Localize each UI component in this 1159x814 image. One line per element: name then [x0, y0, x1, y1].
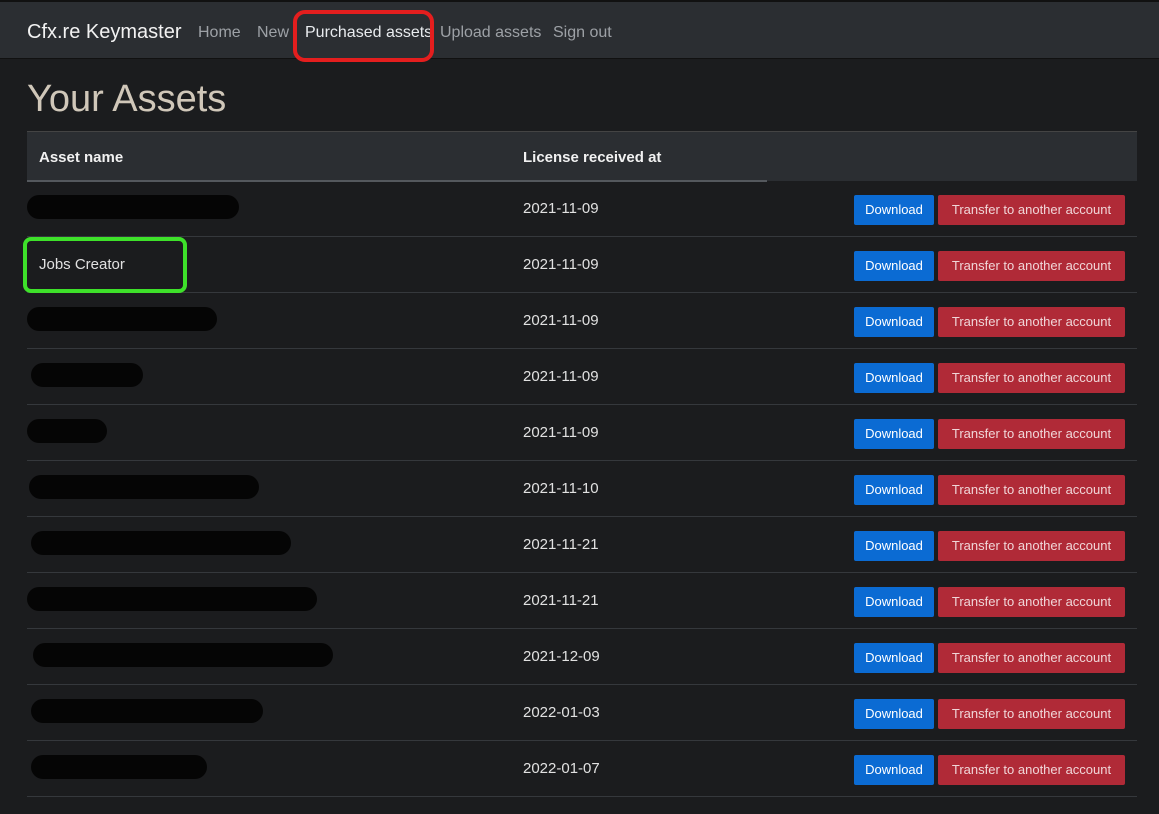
download-button[interactable]: Download	[854, 195, 934, 225]
transfer-button[interactable]: Transfer to another account	[938, 755, 1125, 785]
table-header: Asset name License received at	[27, 131, 1137, 182]
redacted-asset-name	[31, 699, 263, 723]
redacted-asset-name	[31, 531, 291, 555]
license-date: 2021-11-09	[523, 424, 599, 441]
table-row: 2021-11-09 Download Transfer to another ac…	[27, 405, 1137, 461]
download-button[interactable]: Download	[854, 531, 934, 561]
table-row: 2021-11-09 Download Transfer to another ac…	[27, 181, 1137, 237]
header-asset-name: Asset name	[39, 149, 124, 166]
transfer-button[interactable]: Transfer to another account	[938, 251, 1125, 281]
table-row: 2022-01-03 Download Transfer to another ac…	[27, 685, 1137, 741]
brand-logo[interactable]: Cfx.re Keymaster	[27, 21, 181, 44]
transfer-button[interactable]: Transfer to another account	[938, 419, 1125, 449]
table-row: 2021-11-09 Download Transfer to another ac…	[27, 293, 1137, 349]
download-button[interactable]: Download	[854, 475, 934, 505]
navbar: Cfx.re Keymaster Home New Purchased asse…	[0, 0, 1159, 62]
transfer-button[interactable]: Transfer to another account	[938, 643, 1125, 673]
table-row: 2022-01-07 Download Transfer to another ac…	[27, 741, 1137, 797]
red-highlight-annotation	[293, 10, 434, 62]
download-button[interactable]: Download	[854, 307, 934, 337]
download-button[interactable]: Download	[854, 699, 934, 729]
nav-new[interactable]: New	[257, 24, 289, 42]
green-highlight-annotation	[23, 237, 187, 293]
redacted-asset-name	[31, 755, 207, 779]
license-date: 2021-11-09	[523, 200, 599, 217]
table-row: 2021-11-10 Download Transfer to another ac…	[27, 461, 1137, 517]
redacted-asset-name	[27, 587, 317, 611]
license-date: 2021-11-21	[523, 536, 599, 553]
download-button[interactable]: Download	[854, 251, 934, 281]
nav-upload-assets[interactable]: Upload assets	[440, 24, 541, 42]
redacted-asset-name	[27, 419, 107, 443]
table-row: 2021-11-21 Download Transfer to another ac…	[27, 573, 1137, 629]
transfer-button[interactable]: Transfer to another account	[938, 307, 1125, 337]
redacted-asset-name	[31, 363, 143, 387]
page-title: Your Assets	[27, 78, 227, 120]
table-row: 2021-11-21 Download Transfer to another ac…	[27, 517, 1137, 573]
transfer-button[interactable]: Transfer to another account	[938, 531, 1125, 561]
transfer-button[interactable]: Transfer to another account	[938, 587, 1125, 617]
nav-sign-out[interactable]: Sign out	[553, 24, 612, 42]
table-row: Jobs Creator 2021-11-09 Download Transfer t…	[23, 237, 1137, 293]
download-button[interactable]: Download	[854, 587, 934, 617]
license-date: 2021-11-10	[523, 480, 599, 497]
transfer-button[interactable]: Transfer to another account	[938, 363, 1125, 393]
license-date: 2022-01-03	[523, 704, 600, 721]
download-button[interactable]: Download	[854, 755, 934, 785]
transfer-button[interactable]: Transfer to another account	[938, 475, 1125, 505]
license-date: 2021-11-09	[523, 312, 599, 329]
download-button[interactable]: Download	[854, 419, 934, 449]
table-body: 2021-11-09 Download Transfer to another ac…	[23, 181, 1137, 797]
license-date: 2022-01-07	[523, 760, 600, 777]
assets-table: Asset name License received at 2021-11-0…	[23, 131, 1137, 797]
header-license-received: License received at	[523, 149, 662, 166]
license-date: 2021-11-09	[523, 368, 599, 385]
redacted-asset-name	[33, 643, 333, 667]
table-row: 2021-12-09 Download Transfer to another ac…	[27, 629, 1137, 685]
table-row: 2021-11-09 Download Transfer to another ac…	[27, 349, 1137, 405]
download-button[interactable]: Download	[854, 363, 934, 393]
license-date: 2021-11-09	[523, 256, 599, 273]
license-date: 2021-11-21	[523, 592, 599, 609]
download-button[interactable]: Download	[854, 643, 934, 673]
redacted-asset-name	[29, 475, 259, 499]
nav-home[interactable]: Home	[198, 24, 241, 42]
transfer-button[interactable]: Transfer to another account	[938, 699, 1125, 729]
license-date: 2021-12-09	[523, 648, 600, 665]
redacted-asset-name	[27, 307, 217, 331]
transfer-button[interactable]: Transfer to another account	[938, 195, 1125, 225]
redacted-asset-name	[27, 195, 239, 219]
